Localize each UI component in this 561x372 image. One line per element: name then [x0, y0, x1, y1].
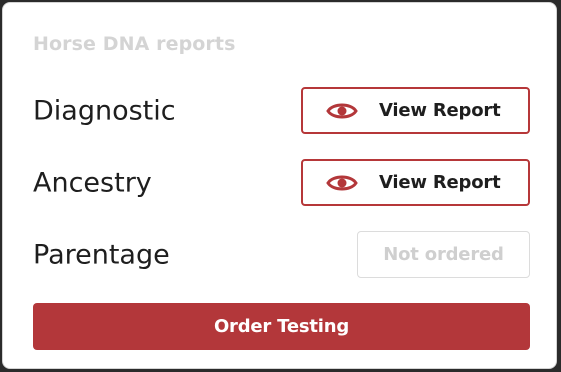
- dna-reports-card: Horse DNA reports Diagnostic View Report…: [2, 2, 557, 369]
- report-label-parentage: Parentage: [33, 239, 170, 271]
- report-row-parentage: Parentage Not ordered: [33, 231, 530, 279]
- order-testing-button[interactable]: Order Testing: [33, 303, 530, 350]
- eye-icon: [326, 100, 358, 122]
- report-label-ancestry: Ancestry: [33, 167, 152, 199]
- report-row-ancestry: Ancestry View Report: [33, 159, 530, 207]
- report-row-diagnostic: Diagnostic View Report: [33, 87, 530, 135]
- card-title: Horse DNA reports: [33, 33, 236, 55]
- not-ordered-badge: Not ordered: [357, 231, 530, 278]
- view-report-label: View Report: [379, 100, 501, 121]
- report-label-diagnostic: Diagnostic: [33, 95, 176, 127]
- view-report-label: View Report: [379, 172, 501, 193]
- view-report-button-diagnostic[interactable]: View Report: [301, 87, 530, 134]
- view-report-button-ancestry[interactable]: View Report: [301, 159, 530, 206]
- eye-icon: [326, 172, 358, 194]
